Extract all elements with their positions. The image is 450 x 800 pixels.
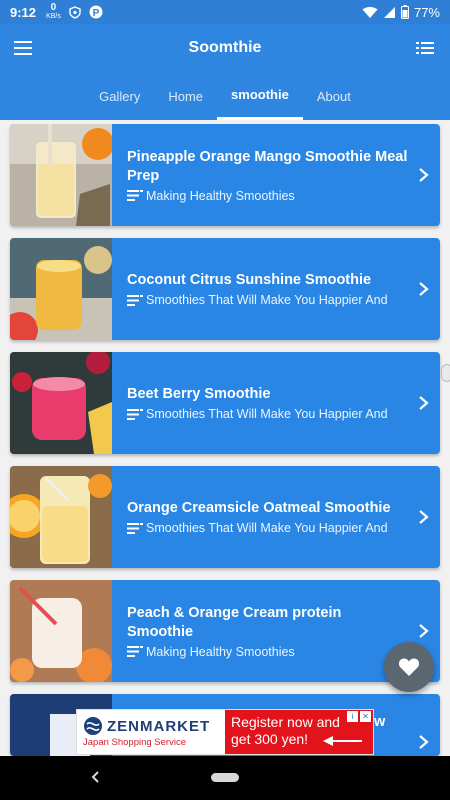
status-notification-icons: 0 KB/s P: [46, 3, 103, 21]
arrow-left-icon: [323, 736, 362, 746]
chevron-right-icon: [419, 282, 429, 296]
card-text: Beet Berry Smoothie Smoothies That Will …: [112, 352, 440, 454]
zenmarket-logo-icon: [84, 717, 102, 735]
card-subtitle: Making Healthy Smoothies: [127, 189, 410, 203]
category-icon: [127, 646, 143, 657]
ad-brand-row: ZENMARKET: [83, 716, 225, 736]
category-icon: [127, 294, 143, 306]
system-navigation-bar: [0, 756, 450, 800]
card-subtitle: Smoothies That Will Make You Happier And: [127, 293, 410, 307]
tab-bar: Gallery Home smoothie About: [0, 72, 450, 120]
ad-tagline: Japan Shopping Service: [83, 737, 186, 748]
network-speed-indicator: 0 KB/s: [46, 3, 61, 21]
card-subtitle-text: Smoothies That Will Make You Happier And: [146, 407, 388, 421]
hidden-card-title-peek: w: [374, 714, 386, 730]
card-subtitle-text: Smoothies That Will Make You Happier And: [146, 521, 388, 535]
tab-smoothie[interactable]: smoothie: [217, 72, 303, 120]
list-view-icon[interactable]: [415, 40, 436, 56]
wifi-icon: [362, 6, 378, 18]
battery-percentage: 77%: [413, 4, 440, 20]
smoothie-thumbnail: [10, 238, 112, 340]
category-icon: [127, 408, 143, 420]
card-subtitle-text: Making Healthy Smoothies: [146, 644, 295, 659]
shield-icon: [69, 5, 81, 19]
smoothie-list: Pineapple Orange Mango Smoothie Meal Pre…: [10, 124, 440, 756]
ad-info-icon[interactable]: i: [347, 711, 358, 722]
card-text: Orange Creamsicle Oatmeal Smoothie Smoot…: [112, 466, 440, 568]
card-title: Beet Berry Smoothie: [127, 386, 271, 402]
smoothie-card[interactable]: Coconut Citrus Sunshine Smoothie Smoothi…: [10, 238, 440, 340]
chevron-right-icon: [419, 168, 429, 182]
card-text: Pineapple Orange Mango Smoothie Meal Pre…: [112, 124, 440, 226]
tab-gallery[interactable]: Gallery: [85, 72, 154, 120]
parking-app-icon: P: [89, 5, 103, 19]
category-icon: [127, 522, 143, 534]
category-icon: [127, 190, 143, 201]
smoothie-thumbnail: [10, 124, 112, 226]
tab-about[interactable]: About: [303, 72, 365, 120]
card-title: Pineapple Orange Mango Smoothie Meal Pre…: [127, 148, 408, 184]
smoothie-card[interactable]: Pineapple Orange Mango Smoothie Meal Pre…: [10, 124, 440, 226]
chevron-right-icon: [419, 624, 429, 638]
side-scroll-handle[interactable]: [441, 364, 450, 382]
back-icon[interactable]: [90, 770, 100, 784]
chevron-right-icon: [419, 735, 429, 749]
smoothie-thumbnail: [10, 352, 112, 454]
chevron-right-icon: [419, 396, 429, 410]
home-pill[interactable]: [211, 773, 239, 782]
card-subtitle-text: Smoothies That Will Make You Happier And: [146, 293, 388, 307]
network-speed-value: 0: [50, 2, 57, 13]
heart-icon: [398, 658, 420, 676]
ad-choices[interactable]: i ✕: [347, 711, 371, 722]
card-subtitle: Smoothies That Will Make You Happier And: [127, 521, 410, 535]
card-title: Peach & Orange Cream protein Smoothie: [127, 604, 342, 640]
ad-brand-area: ZENMARKET Japan Shopping Service: [77, 710, 225, 754]
favorite-button[interactable]: [384, 642, 434, 692]
smoothie-card[interactable]: Peach & Orange Cream protein Smoothie Ma…: [10, 580, 440, 682]
smoothie-thumbnail: [10, 466, 112, 568]
card-subtitle: Smoothies That Will Make You Happier And: [127, 407, 410, 421]
battery-icon: [400, 5, 409, 19]
app-bar: Soomthie Gallery Home smoothie About: [0, 24, 450, 120]
toolbar: Soomthie: [0, 24, 450, 72]
network-speed-unit: KB/s: [46, 13, 61, 20]
status-bar: 9:12 0 KB/s P 77%: [0, 0, 450, 24]
cell-signal-icon: [383, 6, 395, 18]
smoothie-thumbnail: [10, 580, 112, 682]
card-text: Coconut Citrus Sunshine Smoothie Smoothi…: [112, 238, 440, 340]
tab-home[interactable]: Home: [154, 72, 217, 120]
card-title: Orange Creamsicle Oatmeal Smoothie: [127, 500, 391, 516]
status-time: 9:12: [10, 4, 37, 20]
card-subtitle: Making Healthy Smoothies: [127, 645, 410, 659]
ad-banner[interactable]: ZENMARKET Japan Shopping Service Registe…: [76, 709, 374, 755]
card-title: Coconut Citrus Sunshine Smoothie: [127, 272, 372, 288]
chevron-right-icon: [419, 510, 429, 524]
ad-brand: ZENMARKET: [107, 717, 211, 735]
menu-icon[interactable]: [14, 40, 34, 56]
app-title: Soomthie: [188, 39, 262, 56]
ad-offer[interactable]: Register now and get 300 yen! i ✕: [225, 710, 373, 754]
svg-text:P: P: [92, 8, 99, 19]
ad-close-icon[interactable]: ✕: [360, 711, 371, 722]
card-subtitle-text: Making Healthy Smoothies: [146, 188, 295, 203]
smoothie-card[interactable]: Orange Creamsicle Oatmeal Smoothie Smoot…: [10, 466, 440, 568]
smoothie-card[interactable]: Beet Berry Smoothie Smoothies That Will …: [10, 352, 440, 454]
